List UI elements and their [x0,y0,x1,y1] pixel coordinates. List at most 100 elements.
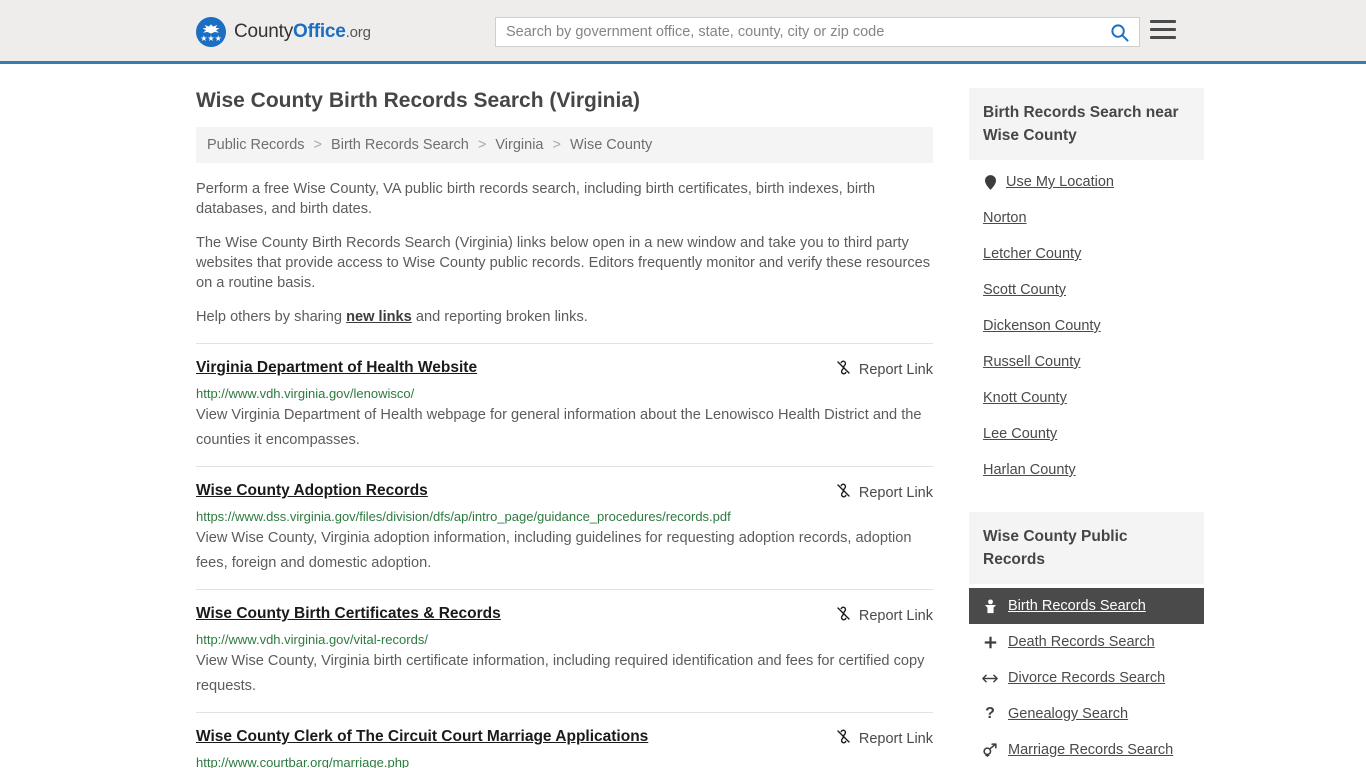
listing-title-link[interactable]: Virginia Department of Health Website [196,358,477,378]
public-records-item[interactable]: Divorce Records Search [969,660,1204,696]
search-bar [495,17,1140,47]
stars-icon: ★★★ [200,34,222,43]
share-text-before: Help others by sharing [196,309,347,325]
listing-item: Wise County Clerk of The Circuit Court M… [196,712,933,768]
report-link-button[interactable]: Report Link [835,727,933,750]
eagle-seal-icon: ★★★ [196,17,226,47]
listing-url[interactable]: http://www.courtbar.org/marriage.php [196,755,933,768]
nearby-link[interactable]: Norton [983,209,1027,227]
listing-item: Virginia Department of Health Website Rep… [196,343,933,466]
page-title: Wise County Birth Records Search (Virgin… [196,89,641,112]
breadcrumb-item-public-records[interactable]: Public Records [207,137,305,153]
nearby-link[interactable]: Knott County [983,389,1067,407]
listing-title-link[interactable]: Wise County Adoption Records [196,481,428,501]
main-column: Wise County Birth Records Search (Virgin… [196,64,933,768]
listing-description: View Virginia Department of Health webpa… [196,407,922,448]
nearby-link[interactable]: Dickenson County [983,317,1101,335]
brand-part-org: .org [345,24,371,41]
public-records-link[interactable]: Divorce Records Search [1008,669,1165,687]
search-button[interactable] [1099,18,1139,46]
intro-text: Perform a free Wise County, VA public bi… [196,179,933,327]
nearby-list-item[interactable]: Use My Location [969,164,1204,200]
intro-paragraph-1: Perform a free Wise County, VA public bi… [196,181,876,217]
sidebar: Birth Records Search near Wise County Us… [969,64,1204,768]
nearby-list-item[interactable]: Lee County [969,416,1204,452]
public-records-list: Birth Records Search Death Records Search… [969,584,1204,768]
nearby-list-item[interactable]: Dickenson County [969,308,1204,344]
listing-description: View Wise County, Virginia birth certifi… [196,653,925,694]
listing-description: View Wise County, Virginia adoption info… [196,530,912,571]
public-records-item[interactable]: Death Records Search [969,624,1204,660]
listing-url[interactable]: http://www.vdh.virginia.gov/lenowisco/ [196,386,933,402]
hamburger-bar [1150,28,1176,31]
nearby-records-block: Birth Records Search near Wise County Us… [969,88,1204,488]
broken-link-icon [835,728,852,750]
nearby-list-item[interactable]: Letcher County [969,236,1204,272]
listing-item: Wise County Adoption Records Report Link h… [196,466,933,589]
nearby-link[interactable]: Russell County [983,353,1081,371]
public-records-link[interactable]: Birth Records Search [1008,597,1146,615]
report-link-button[interactable]: Report Link [835,358,933,381]
new-links-link[interactable]: new links [346,309,412,325]
nearby-records-heading: Birth Records Search near Wise County [969,88,1204,160]
nearby-link[interactable]: Use My Location [1006,173,1114,191]
male-female-icon [982,743,998,757]
map-pin-icon [983,174,997,190]
breadcrumb-item-wise-county[interactable]: Wise County [570,137,652,153]
site-logo[interactable]: ★★★ CountyOffice.org [196,17,371,47]
broken-link-icon [835,482,852,504]
intro-paragraph-2: The Wise County Birth Records Search (Vi… [196,235,931,291]
question-mark-icon: ? [985,705,995,722]
broken-link-icon [835,605,852,627]
listing-item: Wise County Birth Certificates & Records… [196,589,933,712]
breadcrumb-item-birth-records-search[interactable]: Birth Records Search [331,137,469,153]
report-link-label: Report Link [858,731,933,747]
baby-icon [982,598,998,614]
public-records-item[interactable]: ? Genealogy Search [969,696,1204,732]
nearby-list-item[interactable]: Norton [969,200,1204,236]
nearby-list-item[interactable]: Knott County [969,380,1204,416]
report-link-button[interactable]: Report Link [835,481,933,504]
nearby-link[interactable]: Harlan County [983,461,1076,479]
listing-title-link[interactable]: Wise County Clerk of The Circuit Court M… [196,727,648,747]
hamburger-menu-icon[interactable] [1150,20,1176,39]
public-records-block: Wise County Public Records Birth Records… [969,512,1204,768]
nearby-link[interactable]: Letcher County [983,245,1081,263]
search-input[interactable] [496,18,1099,46]
share-text-after: and reporting broken links. [411,309,588,325]
public-records-link[interactable]: Death Records Search [1008,633,1155,651]
hamburger-bar [1150,36,1176,39]
hamburger-bar [1150,20,1176,23]
nearby-list-item[interactable]: Russell County [969,344,1204,380]
public-records-heading: Wise County Public Records [969,512,1204,584]
report-link-button[interactable]: Report Link [835,604,933,627]
breadcrumb: Public Records > Birth Records Search > … [196,127,933,163]
breadcrumb-item-virginia[interactable]: Virginia [495,137,543,153]
plus-icon [982,636,998,649]
breadcrumb-separator: > [477,137,487,153]
brand-part-office: Office [293,21,346,42]
breadcrumb-separator: > [313,137,323,153]
public-records-item[interactable]: Marriage Records Search [969,732,1204,768]
page-container: Wise County Birth Records Search (Virgin… [0,64,1366,768]
brand-wordmark: CountyOffice.org [234,21,371,43]
nearby-list-item[interactable]: Harlan County [969,452,1204,488]
listing-url[interactable]: http://www.vdh.virginia.gov/vital-record… [196,632,933,648]
search-icon [1110,23,1129,42]
listing-url[interactable]: https://www.dss.virginia.gov/files/divis… [196,509,933,525]
nearby-records-list: Use My Location Norton Letcher County Scott… [969,160,1204,488]
listing-title-link[interactable]: Wise County Birth Certificates & Records [196,604,501,624]
report-link-label: Report Link [858,485,933,501]
breadcrumb-separator: > [552,137,561,153]
nearby-link[interactable]: Scott County [983,281,1066,299]
public-records-link[interactable]: Genealogy Search [1008,705,1128,723]
broken-link-icon [835,359,852,381]
public-records-link[interactable]: Marriage Records Search [1008,741,1173,759]
left-right-arrow-icon [982,673,998,684]
public-records-item[interactable]: Birth Records Search [969,588,1204,624]
site-header: ★★★ CountyOffice.org [0,0,1366,64]
nearby-list-item[interactable]: Scott County [969,272,1204,308]
nearby-link[interactable]: Lee County [983,425,1057,443]
listing-results: Virginia Department of Health Website Rep… [196,343,933,768]
report-link-label: Report Link [858,608,933,624]
